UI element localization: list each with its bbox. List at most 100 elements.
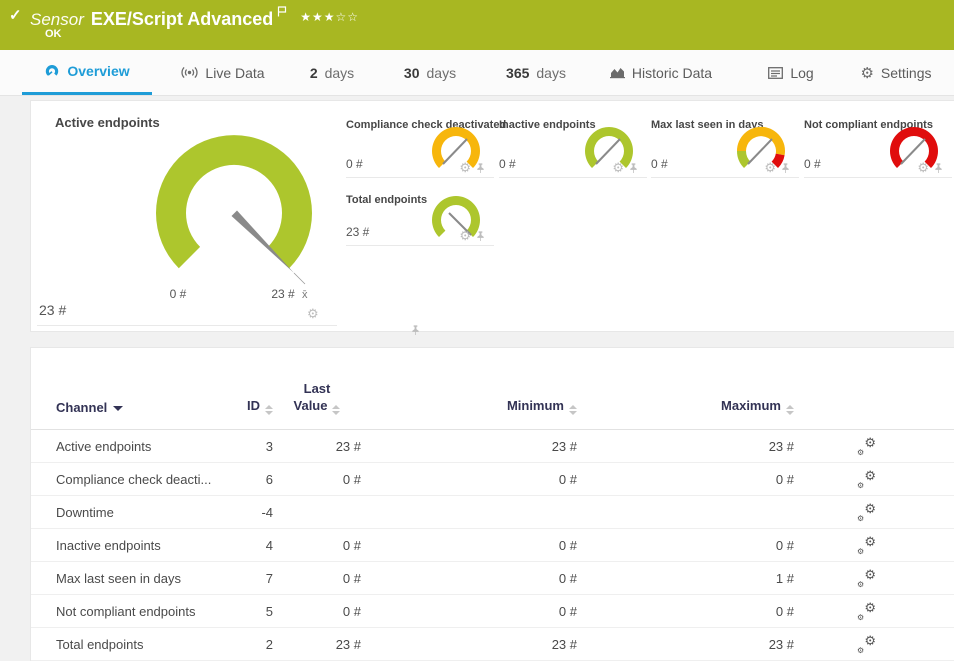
sort-icon	[569, 405, 577, 415]
tab-2-days[interactable]: 2 days	[300, 50, 364, 95]
channel-settings-icon[interactable]: ⚙⚙	[856, 436, 878, 456]
maximum-value: 0 #	[577, 538, 794, 553]
sort-icon	[332, 405, 340, 415]
gauge-inactive-endpoints: Inactive endpoints 0 # ⚙	[499, 111, 647, 178]
tab-live-data[interactable]: Live Data	[168, 50, 278, 95]
sensor-title: EXE/Script Advanced	[91, 9, 273, 29]
last-value: 0 #	[273, 571, 361, 586]
channel-settings-icon[interactable]: ⚙⚙	[856, 634, 878, 654]
last-value: 0 #	[273, 604, 361, 619]
tab-number: 30	[404, 65, 420, 81]
channel-id: 7	[216, 571, 273, 586]
tab-overview[interactable]: Overview	[22, 50, 152, 95]
last-value: 23 #	[273, 637, 361, 652]
tab-unit: days	[427, 65, 457, 81]
minimum-value: 0 #	[361, 538, 577, 553]
channel-name[interactable]: Downtime	[56, 505, 216, 520]
gauge-settings-gear-icon[interactable]: ⚙	[459, 161, 471, 174]
gauge-settings-gear-icon[interactable]: ⚙	[307, 307, 319, 320]
broadcast-icon	[181, 66, 198, 79]
sensor-header-bar: ✓ SensorEXE/Script Advanced★★★☆☆ OK	[0, 0, 954, 50]
last-value: 0 #	[273, 472, 361, 487]
minimum-value: 23 #	[361, 439, 577, 454]
tab-unit: days	[536, 65, 566, 81]
channel-settings-icon[interactable]: ⚙⚙	[856, 502, 878, 522]
priority-stars[interactable]: ★★★☆☆	[300, 10, 359, 24]
tab-30-days[interactable]: 30 days	[394, 50, 466, 95]
channel-id: 5	[216, 604, 273, 619]
tab-log[interactable]: Log	[760, 50, 822, 95]
column-header-last-value[interactable]: Last Value	[273, 380, 361, 415]
sensor-title-line: Sensor EXE/Script Advanced ★★★☆☆	[30, 4, 359, 30]
tab-label: Historic Data	[632, 65, 712, 81]
priority-flag-icon[interactable]	[277, 4, 288, 22]
gauge-current-value: 0 #	[651, 157, 668, 171]
gauge-current-value: 0 #	[804, 157, 821, 171]
pin-icon[interactable]	[410, 324, 421, 336]
channel-settings-icon[interactable]: ⚙⚙	[856, 469, 878, 489]
tab-number: 365	[506, 65, 529, 81]
tab-bar: Overview Live Data 2 days 30 days 365 da…	[0, 50, 954, 96]
object-type-label: Sensor	[30, 10, 84, 29]
pin-icon[interactable]	[475, 230, 486, 242]
channel-name[interactable]: Total endpoints	[56, 637, 216, 652]
channel-settings-icon[interactable]: ⚙⚙	[856, 535, 878, 555]
table-row: Compliance check deacti... 6 0 # 0 # 0 #…	[31, 463, 954, 496]
channel-name[interactable]: Max last seen in days	[56, 571, 216, 586]
gauge-not-compliant-endpoints: Not compliant endpoints 0 # ⚙	[804, 111, 952, 178]
maximum-value: 23 #	[577, 439, 794, 454]
tab-label: Settings	[881, 65, 932, 81]
gauge-max-last-seen-in-days: Max last seen in days 0 # ⚙	[651, 111, 799, 178]
channel-name[interactable]: Not compliant endpoints	[56, 604, 216, 619]
table-row: Max last seen in days 7 0 # 0 # 1 # ⚙⚙	[31, 562, 954, 595]
gauge-current-value: 23 #	[346, 225, 369, 239]
pin-icon[interactable]	[628, 162, 639, 174]
gear-icon: ⚙	[860, 64, 873, 82]
gauge-settings-gear-icon[interactable]: ⚙	[459, 229, 471, 242]
tab-settings[interactable]: ⚙ Settings	[848, 50, 944, 95]
gauge-title: Total endpoints	[346, 194, 427, 206]
channel-name[interactable]: Compliance check deacti...	[56, 472, 216, 487]
table-row: Not compliant endpoints 5 0 # 0 # 0 # ⚙⚙	[31, 595, 954, 628]
gauge-scale-min: 0 #	[156, 287, 200, 301]
status-ok-check-icon: ✓	[9, 6, 22, 24]
sort-icon	[786, 405, 794, 415]
column-header-minimum[interactable]: Minimum	[361, 398, 577, 415]
channel-settings-icon[interactable]: ⚙⚙	[856, 601, 878, 621]
channel-table-panel: Channel ID Last Value Minimum Maximum Ac…	[30, 347, 954, 661]
tab-unit: days	[325, 65, 355, 81]
column-header-id[interactable]: ID	[216, 398, 273, 415]
gauge-icon	[44, 64, 60, 79]
gauge-scale-max: 23 #	[261, 287, 305, 301]
tab-label: Log	[790, 65, 813, 81]
tab-historic-data[interactable]: Historic Data	[596, 50, 726, 95]
pin-icon[interactable]	[933, 162, 944, 174]
pin-icon[interactable]	[780, 162, 791, 174]
log-icon	[768, 67, 783, 79]
minimum-value: 23 #	[361, 637, 577, 652]
gauge-current-value: 23 #	[39, 302, 66, 318]
column-header-channel[interactable]: Channel	[56, 400, 216, 415]
gauge-settings-gear-icon[interactable]: ⚙	[917, 161, 929, 174]
column-header-maximum[interactable]: Maximum	[577, 398, 794, 415]
last-value: 23 #	[273, 439, 361, 454]
gauge-current-value: 0 #	[499, 157, 516, 171]
channel-name[interactable]: Inactive endpoints	[56, 538, 216, 553]
sort-icon	[265, 405, 273, 415]
tab-label: Overview	[67, 63, 129, 79]
table-row: Total endpoints 2 23 # 23 # 23 # ⚙⚙	[31, 628, 954, 661]
area-chart-icon	[610, 66, 625, 79]
gauge-current-value: 0 #	[346, 157, 363, 171]
gauge-total-endpoints: Total endpoints 23 # ⚙	[346, 186, 494, 246]
channel-table-header: Channel ID Last Value Minimum Maximum	[31, 348, 954, 430]
channel-settings-icon[interactable]: ⚙⚙	[856, 568, 878, 588]
last-value: 0 #	[273, 538, 361, 553]
minimum-value: 0 #	[361, 604, 577, 619]
pin-icon[interactable]	[475, 162, 486, 174]
chevron-down-icon	[113, 406, 123, 411]
gauge-settings-gear-icon[interactable]: ⚙	[764, 161, 776, 174]
tab-365-days[interactable]: 365 days	[496, 50, 576, 95]
channel-name[interactable]: Active endpoints	[56, 439, 216, 454]
table-row: Downtime -4 ⚙⚙	[31, 496, 954, 529]
gauge-settings-gear-icon[interactable]: ⚙	[612, 161, 624, 174]
